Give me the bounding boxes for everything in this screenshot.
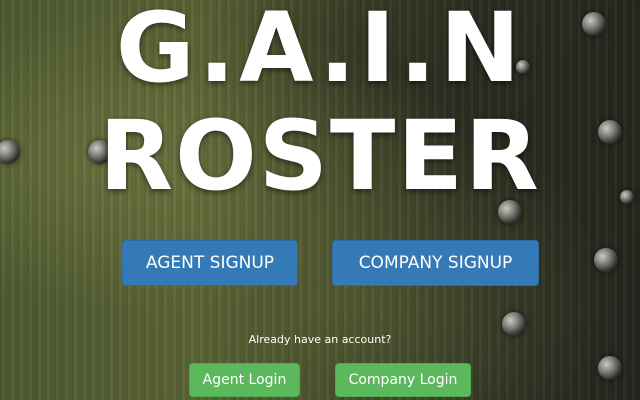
agent-signup-button[interactable]: AGENT SIGNUP	[122, 240, 298, 286]
rivet-decoration	[594, 248, 618, 272]
rivet-decoration	[598, 356, 622, 380]
existing-account-prompt: Already have an account?	[248, 333, 392, 346]
company-signup-button[interactable]: COMPANY SIGNUP	[332, 240, 539, 286]
page-title-line-2: ROSTER	[99, 100, 541, 212]
company-login-button[interactable]: Company Login	[335, 363, 471, 397]
page-title-line-1: G.A.I.N	[115, 0, 525, 104]
agent-login-button[interactable]: Agent Login	[189, 363, 300, 397]
